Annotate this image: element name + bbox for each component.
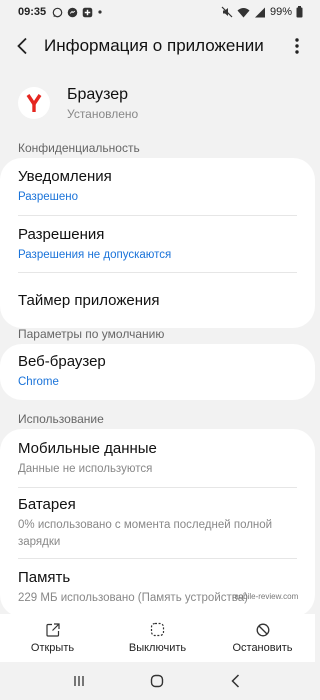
disable-button[interactable]: Выключить xyxy=(105,614,210,662)
notifications-item[interactable]: Уведомления Разрешено xyxy=(0,158,315,216)
item-title: Память xyxy=(18,569,71,587)
stop-icon xyxy=(256,623,269,636)
yandex-browser-icon xyxy=(18,87,50,119)
watermark-text: mobile-review.com xyxy=(232,592,299,601)
signal-icon xyxy=(254,7,265,17)
section-title-privacy: Конфиденциальность xyxy=(18,141,140,155)
app-install-status: Установлено xyxy=(67,106,139,121)
open-label: Открыть xyxy=(30,641,75,654)
open-button[interactable]: Открыть xyxy=(0,614,105,662)
item-subtitle: 0% использовано с момента последней полн… xyxy=(18,519,273,548)
open-external-icon xyxy=(45,622,60,637)
whatsapp-icon xyxy=(52,7,63,17)
app-timer-item[interactable]: Таймер приложения xyxy=(0,273,315,328)
item-title: Разрешения xyxy=(18,225,105,243)
app-info: Браузер Установлено xyxy=(67,86,138,121)
recent-apps-icon xyxy=(74,676,84,686)
more-vertical-icon xyxy=(295,38,299,54)
section-title-usage: Использование xyxy=(18,412,104,426)
stop-label: Остановить xyxy=(232,641,293,654)
privacy-card: Уведомления Разрешено Разрешения Разреше… xyxy=(0,158,315,328)
item-title: Таймер приложения xyxy=(18,292,160,309)
item-subtitle: Разрешено xyxy=(18,191,78,204)
status-bar: 09:35 99% xyxy=(0,0,315,24)
item-title: Батарея xyxy=(18,496,76,514)
app-name: Браузер xyxy=(67,85,129,103)
storage-item[interactable]: Память 229 МБ использовано (Память устро… xyxy=(0,559,315,617)
item-title: Мобильные данные xyxy=(18,439,157,457)
nav-back-icon xyxy=(231,674,240,688)
stop-button[interactable]: Остановить xyxy=(210,614,315,662)
status-time: 09:35 xyxy=(18,6,47,18)
home-icon xyxy=(151,674,164,688)
system-nav-bar xyxy=(0,662,315,700)
plus-app-icon xyxy=(82,7,93,17)
mobile-data-item[interactable]: Мобильные данные Данные не используются xyxy=(0,429,315,488)
item-subtitle: Данные не используются xyxy=(18,462,153,475)
battery-item[interactable]: Батарея 0% использовано с момента послед… xyxy=(0,488,315,559)
app-bar: Информация о приложении xyxy=(0,24,315,68)
notification-icons xyxy=(52,7,103,18)
more-options-button[interactable] xyxy=(279,24,315,68)
watermark: mobile-review.com xyxy=(232,592,298,601)
item-title: Уведомления xyxy=(18,168,112,186)
permissions-item[interactable]: Разрешения Разрешения не допускаются xyxy=(0,216,315,273)
back-arrow-icon xyxy=(17,37,27,55)
bottom-action-bar: Открыть Выключить Остановить xyxy=(0,614,315,662)
app-header: Браузер Установлено xyxy=(0,78,315,128)
battery-icon xyxy=(296,6,303,18)
item-subtitle: Chrome xyxy=(18,376,59,389)
usage-card: Мобильные данные Данные не используются … xyxy=(0,429,315,617)
dot-icon xyxy=(98,10,102,14)
nav-back-button[interactable] xyxy=(216,666,256,696)
status-right: 99% xyxy=(221,6,303,18)
back-button[interactable] xyxy=(0,24,44,68)
item-title: Веб-браузер xyxy=(18,353,106,371)
home-button[interactable] xyxy=(137,666,177,696)
defaults-card: Веб-браузер Chrome xyxy=(0,344,315,400)
page-title: Информация о приложении xyxy=(44,36,264,55)
disable-label: Выключить xyxy=(128,642,187,654)
battery-text: 99% xyxy=(269,6,292,18)
recent-apps-button[interactable] xyxy=(59,666,99,696)
messenger-icon xyxy=(67,7,78,17)
item-subtitle: Разрешения не допускаются xyxy=(18,248,172,261)
wifi-icon xyxy=(237,7,250,17)
section-title-defaults: Параметры по умолчанию xyxy=(18,327,165,341)
disable-icon xyxy=(150,622,165,637)
mute-icon xyxy=(221,6,233,18)
web-browser-item[interactable]: Веб-браузер Chrome xyxy=(0,344,315,400)
